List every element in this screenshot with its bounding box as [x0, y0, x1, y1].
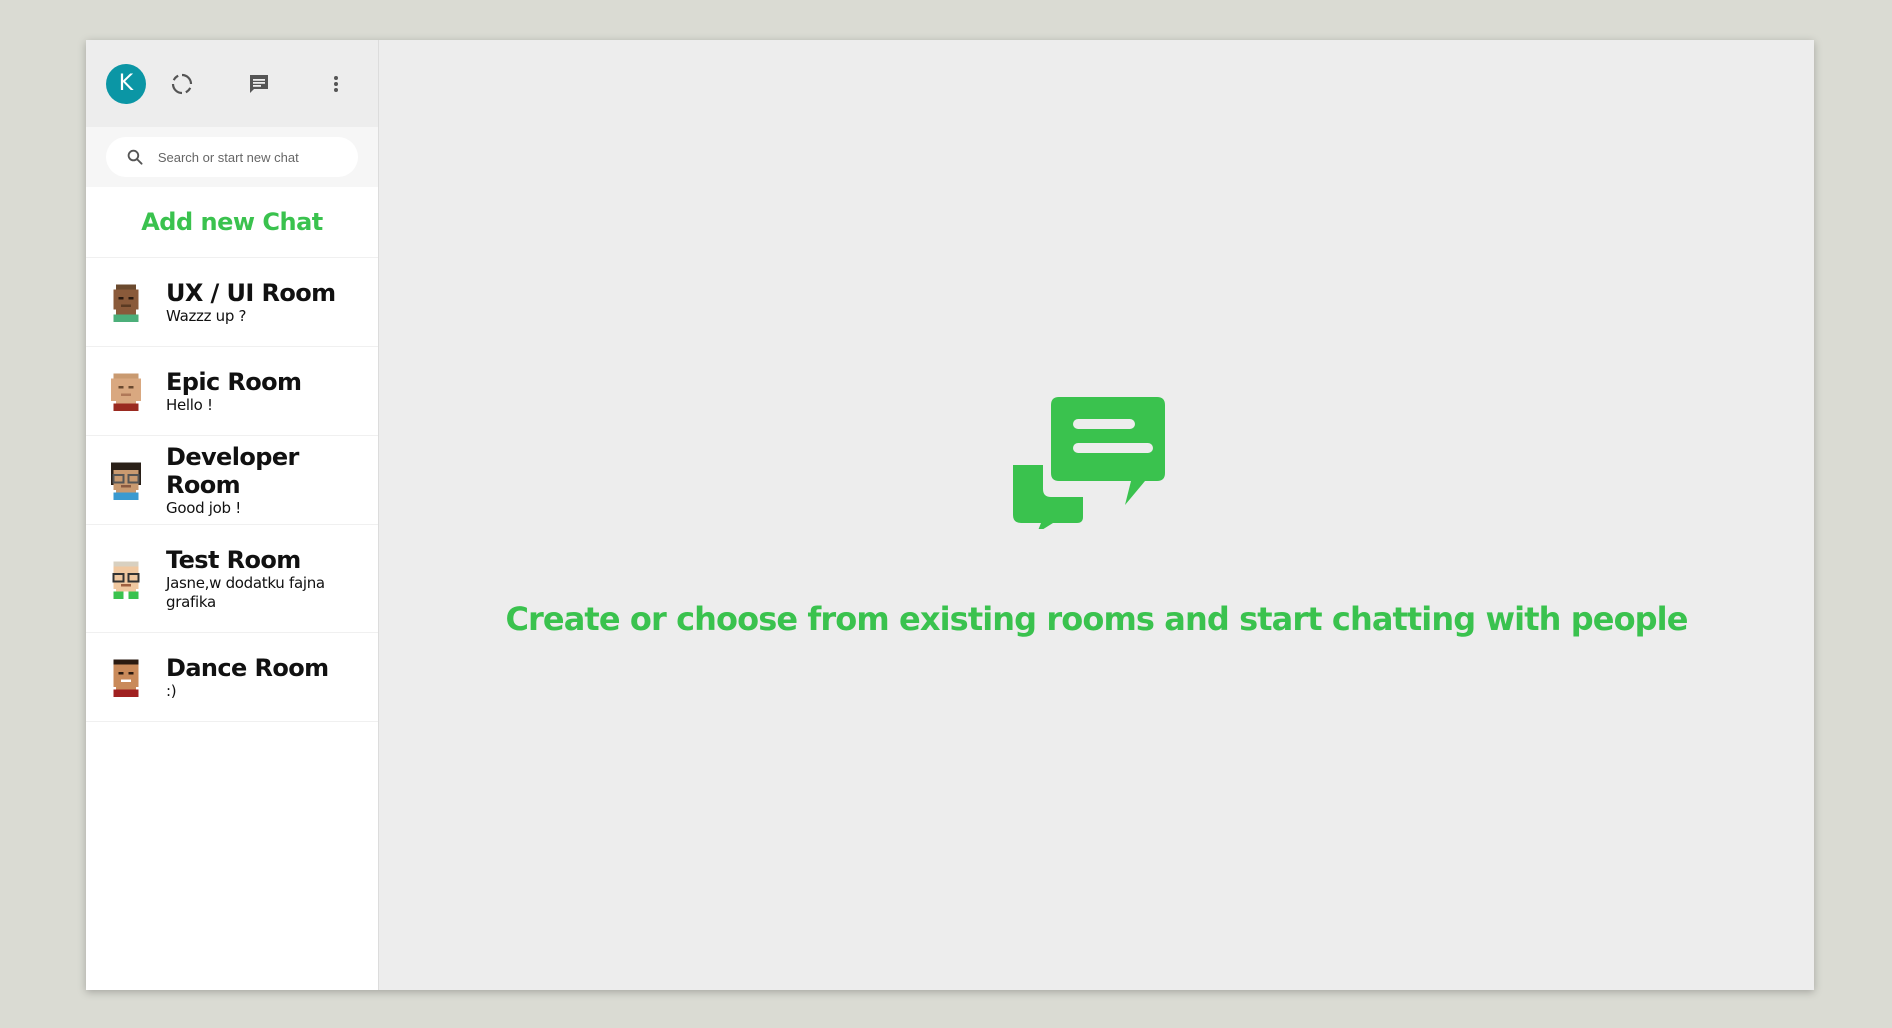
- welcome-message: Create or choose from existing rooms and…: [505, 600, 1688, 638]
- room-info: Dance Room :): [166, 654, 329, 701]
- new-chat-button[interactable]: [237, 62, 281, 106]
- sidebar-header: K: [86, 40, 378, 127]
- pixel-avatar-icon: [113, 284, 139, 322]
- room-name: Epic Room: [166, 367, 302, 396]
- main-panel: Create or choose from existing rooms and…: [379, 40, 1814, 990]
- room-info: Epic Room Hello !: [166, 367, 302, 415]
- room-info: Test Room Jasne,w dodatku fajna grafika: [166, 546, 336, 612]
- pixel-avatar-icon: [112, 561, 140, 599]
- menu-button[interactable]: [314, 62, 358, 106]
- chat-bubbles-icon: [1013, 397, 1165, 529]
- room-info: UX / UI Room Wazzz up ?: [166, 279, 336, 326]
- search-input[interactable]: [155, 148, 338, 166]
- room-name: Test Room: [166, 545, 301, 574]
- user-avatar-letter: K: [118, 71, 134, 96]
- room-last-message: Jasne,w dodatku fajna grafika: [166, 573, 325, 611]
- status-button[interactable]: [160, 62, 204, 106]
- search-box: [106, 137, 358, 177]
- search-container: [86, 127, 378, 187]
- pixel-avatar-icon: [111, 373, 141, 411]
- room-item-test[interactable]: Test Room Jasne,w dodatku fajna grafika: [86, 525, 378, 633]
- room-list: UX / UI Room Wazzz up ? Epic Room Hello …: [86, 258, 378, 722]
- pixel-avatar-icon: [113, 659, 139, 697]
- more-vert-icon: [334, 75, 338, 92]
- status-icon: [171, 73, 193, 94]
- sidebar: K Search or start new chat Add new Chat …: [86, 40, 379, 990]
- room-item-epic[interactable]: Epic Room Hello !: [86, 347, 378, 436]
- room-name: UX / UI Room: [166, 278, 336, 307]
- add-new-chat-button[interactable]: Add new Chat: [86, 187, 378, 258]
- room-last-message: Hello !: [166, 395, 213, 414]
- room-item-dance[interactable]: Dance Room :): [86, 633, 378, 722]
- room-info: Developer Room Good job !: [166, 443, 358, 518]
- room-last-message: Good job !: [166, 498, 241, 517]
- header-icons: [160, 62, 358, 106]
- room-last-message: :): [166, 681, 177, 700]
- user-avatar[interactable]: K: [106, 63, 146, 104]
- chat-icon: [250, 74, 268, 93]
- room-item-developer[interactable]: Developer Room Good job !: [86, 436, 378, 525]
- room-name: Developer Room: [166, 442, 299, 499]
- room-item-ux-ui[interactable]: UX / UI Room Wazzz up ?: [86, 258, 378, 347]
- pixel-avatar-icon: [111, 462, 141, 500]
- room-last-message: Wazzz up ?: [166, 306, 247, 325]
- search-icon: [127, 149, 143, 165]
- room-name: Dance Room: [166, 653, 329, 682]
- chat-app-window: K Search or start new chat Add new Chat …: [86, 40, 1814, 990]
